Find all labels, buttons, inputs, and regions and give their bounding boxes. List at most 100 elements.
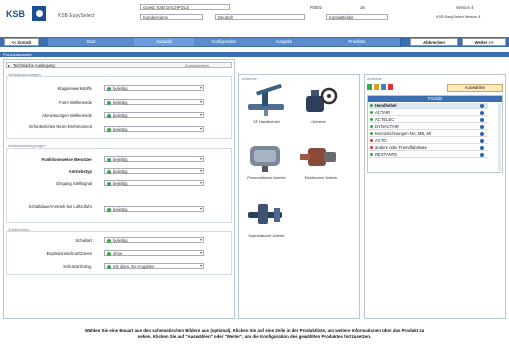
session-code: F5002 (310, 5, 322, 10)
select-explosionsschutz[interactable]: ohne (104, 250, 204, 256)
ok-icon (370, 118, 373, 121)
list-item[interactable]: RESTANTE (369, 152, 488, 158)
product-label: Hydraulischer Antrieb (248, 234, 285, 238)
app-header: KSB KSB EasySelect Guest: KSB DACHPOLS F… (0, 0, 509, 26)
ok-icon (370, 104, 373, 107)
error-icon[interactable] (388, 84, 393, 90)
section-bar: Produktauswahl (0, 52, 509, 57)
session-number: 16 (360, 5, 365, 10)
select-stellsignal[interactable]: beliebig (104, 180, 204, 186)
tab-auswahl[interactable]: Auswahl (134, 38, 195, 46)
product-label: Getriebe (311, 120, 326, 124)
search-value[interactable]: Technische Auslegung (13, 63, 55, 68)
row-label: Funktionsweise Benutzer (41, 157, 93, 162)
select-antriebstyp[interactable]: beliebig (104, 168, 204, 174)
logo-text: KSB (6, 9, 26, 19)
app-version-label: KSB EasySelect Version 4 (436, 15, 481, 19)
help-icon[interactable] (480, 103, 484, 108)
back-button[interactable]: << Zurück (4, 38, 39, 46)
error-icon (370, 139, 373, 142)
right-title: Antriebe (367, 76, 382, 81)
list-item[interactable]: Handhebel (369, 103, 488, 109)
language-select[interactable]: Deutsch (215, 14, 305, 20)
version-label: Version 4 (456, 5, 474, 10)
row-label: Explosionsschutz/Zonen (46, 251, 92, 256)
tab-konfiguration[interactable]: Konfiguration (194, 38, 255, 46)
gearbox-icon (306, 87, 338, 112)
sort-icon[interactable] (374, 84, 379, 90)
reset-button[interactable]: Zurücksetzen (185, 63, 209, 68)
row-label: Eingang Stellsignal (56, 181, 92, 186)
contact-field[interactable]: Kontaktfelder (326, 14, 388, 20)
select-funktionsweise[interactable]: beliebig (104, 156, 204, 162)
row-label: Abmessungen Wellenende (42, 113, 92, 118)
error-icon (370, 146, 373, 149)
row-label: Erforderliches Nenn-Drehmoment (29, 124, 92, 129)
list-item[interactable]: Kennzeichnungen NA, MB, MI (369, 131, 488, 137)
cancel-button[interactable]: Abbrechen (410, 38, 458, 46)
list-item[interactable]: DYNACTAIR (369, 124, 488, 130)
tab-preisliste[interactable]: Preisliste (314, 38, 401, 46)
middle-title: Antriebe (242, 76, 257, 81)
help-icon[interactable] (480, 124, 484, 129)
footer-help: Wählen Sie eine Bauart aus den schematis… (0, 322, 509, 346)
list-item[interactable]: ACTO (369, 138, 488, 144)
ok-icon (370, 111, 373, 114)
product-label: Pneumatischer Antrieb (247, 176, 286, 180)
help-text-line1: Wählen Sie eine Bauart aus den schematis… (84, 328, 425, 333)
select-abmessungen[interactable]: beliebig (104, 112, 204, 118)
next-button[interactable]: Weiter >> (462, 38, 506, 46)
row-label: Form Wellenende (59, 100, 92, 105)
product-label: SF Handbetrieb (253, 120, 280, 124)
list-item[interactable]: ACTELEC (369, 117, 488, 123)
list-toolbar (367, 84, 407, 92)
product-list: Produkt Handhebel ACTAIR ACTELEC DYNACTA… (367, 95, 503, 173)
product-tile-manual[interactable]: SF Handbetrieb (244, 84, 289, 126)
list-header: Produkt (368, 96, 502, 102)
select-form-wellenende[interactable]: beliebig (104, 99, 204, 105)
help-icon[interactable] (480, 152, 484, 157)
product-tile-hydraulic[interactable]: Hydraulischer Antrieb (244, 198, 289, 246)
tab-start[interactable]: Start (48, 38, 135, 46)
manual-actuator-icon (248, 84, 284, 116)
help-icon[interactable] (480, 145, 484, 150)
guest-field: Guest: KSB DACHPOLS (140, 4, 230, 10)
select-klappenwerkstoff[interactable]: beliebig (104, 85, 204, 91)
select-button[interactable]: Auswählen (447, 84, 503, 92)
row-label: Schaltdauer/Antrieb bei Luftzufuhr (28, 204, 92, 209)
list-item[interactable]: andere oder Fremdfabrikate (369, 145, 488, 151)
brand-name: KSB EasySelect (58, 13, 95, 19)
help-icon[interactable] (480, 117, 484, 122)
electric-actuator-icon (300, 148, 336, 166)
help-text-line2: sehen. Klicken Sie auf "Auswählen" oder … (137, 334, 372, 339)
list-scrollbar[interactable] (498, 103, 501, 171)
info-icon[interactable] (381, 84, 386, 90)
row-label: Schutzart/Umg. (63, 264, 92, 269)
list-item[interactable]: ACTAIR (369, 110, 488, 116)
product-tile-electric[interactable]: Elektrischer Antrieb (296, 140, 346, 182)
row-label: Klappenwerkstoffe (57, 86, 92, 91)
select-schutzart[interactable]: mit oben. Ex-Angaben (104, 263, 204, 269)
product-tile-gearbox[interactable]: Getriebe (296, 84, 341, 126)
pneumatic-actuator-icon (250, 146, 280, 172)
help-icon[interactable] (480, 110, 484, 115)
customer-field[interactable]: Kundenname (140, 14, 203, 20)
help-icon[interactable] (480, 131, 484, 136)
tab-ausgabe[interactable]: Ausgabe (254, 38, 315, 46)
search-bar: ▸ Technische Auslegung Zurücksetzen (6, 62, 232, 68)
filter-icon[interactable] (367, 84, 372, 90)
hydraulic-actuator-icon (248, 204, 282, 224)
select-schaltdauer[interactable]: beliebig (104, 206, 204, 212)
product-tile-pneumatic[interactable]: Pneumatischer Antrieb (244, 140, 289, 186)
ok-icon (370, 132, 373, 135)
row-label: Schaltart (75, 238, 92, 243)
select-schaltart[interactable]: beliebig (104, 237, 204, 243)
ok-icon (370, 125, 373, 128)
product-label: Elektrischer Antrieb (304, 176, 338, 180)
section-title: Produktauswahl (3, 52, 32, 57)
row-label: Antriebstyp (68, 169, 92, 174)
help-icon[interactable] (480, 138, 484, 143)
expand-icon: ▸ (8, 63, 11, 68)
ksb-logo-icon (32, 6, 46, 21)
select-drehmoment[interactable]: beliebig (104, 126, 204, 132)
